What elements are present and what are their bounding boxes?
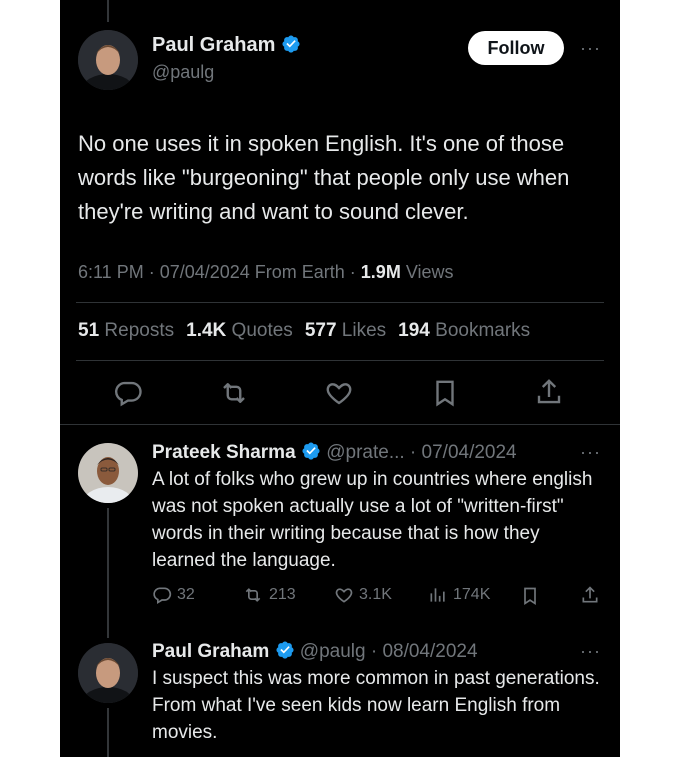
author-handle-date[interactable]: @prate... · 07/04/2024 — [326, 442, 516, 463]
reply-text: A lot of folks who grew up in countries … — [152, 469, 593, 571]
avatar[interactable] — [78, 643, 138, 703]
verified-badge-icon — [282, 35, 300, 53]
reply-text: I suspect this was more common in past g… — [152, 668, 600, 743]
views-count: 1.9M — [360, 262, 401, 282]
avatar[interactable] — [78, 443, 138, 503]
views-icon — [430, 588, 445, 602]
views-action[interactable]: 174K — [428, 585, 490, 605]
bookmarks-stat[interactable]: 194 Bookmarks — [398, 320, 530, 341]
more-options-icon[interactable]: ··· — [580, 38, 601, 59]
tweet-timestamp[interactable]: 6:11 PM · 07/04/2024 From Earth · — [78, 262, 361, 282]
author-name[interactable]: Paul Graham — [152, 641, 269, 662]
follow-button[interactable]: Follow — [468, 31, 564, 65]
reply-action[interactable]: 32 — [152, 585, 195, 605]
share-icon[interactable] — [580, 585, 600, 605]
repost-icon — [245, 588, 261, 602]
likes-stat[interactable]: 577 Likes — [305, 320, 386, 341]
author-handle-date[interactable]: @paulg · 08/04/2024 — [300, 641, 478, 662]
repost-action[interactable]: 213 — [242, 585, 296, 605]
author-handle[interactable]: @paulg — [152, 62, 214, 83]
author-name[interactable]: Paul Graham — [152, 34, 301, 57]
divider — [76, 360, 604, 361]
reply-icon[interactable] — [113, 378, 143, 408]
like-icon[interactable] — [324, 378, 354, 408]
bookmark-icon[interactable] — [430, 378, 460, 408]
like-icon — [335, 588, 353, 603]
like-action[interactable]: 3.1K — [334, 585, 392, 605]
divider — [60, 424, 620, 425]
verified-badge-icon — [275, 641, 294, 659]
tweet-stats: 51 Reposts 1.4K Quotes 577 Likes 194 Bookma… — [78, 320, 530, 342]
views-label: Views — [400, 262, 454, 282]
bookmark-icon[interactable] — [520, 586, 540, 606]
divider — [76, 302, 604, 303]
avatar[interactable] — [78, 30, 138, 90]
reply-header: Prateek Sharma @prate... · 07/04/2024 — [152, 441, 517, 464]
thread-connector — [107, 0, 109, 22]
verified-badge-icon — [302, 442, 320, 460]
thread-connector — [107, 508, 109, 638]
quotes-stat[interactable]: 1.4K Quotes — [186, 320, 293, 341]
tweet-text: No one uses it in spoken English. It's o… — [78, 131, 570, 224]
share-icon[interactable] — [534, 377, 564, 407]
reposts-stat[interactable]: 51 Reposts — [78, 320, 174, 341]
author-name[interactable]: Prateek Sharma — [152, 442, 296, 463]
reply-header: Paul Graham @paulg · 08/04/2024 — [152, 640, 478, 663]
more-options-icon[interactable]: ··· — [580, 641, 601, 662]
tweet-thread: Paul Graham @paulg Follow ··· No one use… — [60, 0, 620, 757]
thread-connector — [107, 708, 109, 757]
reply-icon — [153, 587, 172, 604]
more-options-icon[interactable]: ··· — [580, 442, 601, 463]
repost-icon[interactable] — [218, 378, 250, 408]
tweet-meta: 6:11 PM · 07/04/2024 From Earth · 1.9M V… — [78, 262, 454, 283]
